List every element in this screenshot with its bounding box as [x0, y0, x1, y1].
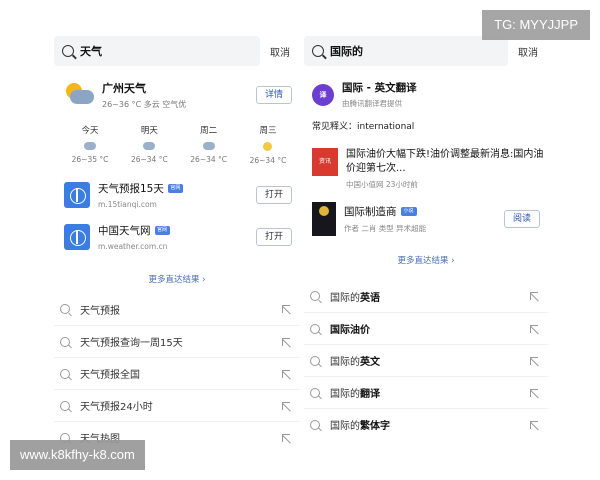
search-query: 国际的 [330, 45, 363, 58]
fill-arrow-icon[interactable] [530, 388, 538, 397]
cloud-icon [84, 142, 96, 150]
suggestion-item[interactable]: 国际的翻译 [304, 376, 548, 408]
suggestion-list: 天气预报 天气预报查询一周15天 天气预报全国 天气预报24小时 天气热图 [54, 293, 300, 453]
sun-icon [263, 142, 273, 151]
search-icon [312, 45, 324, 57]
suggestion-item[interactable]: 国际的英语 [304, 280, 548, 312]
suggestion-list: 国际的英语 国际油价 国际的英文 国际的翻译 国际的繁体字 [304, 280, 548, 440]
fill-arrow-icon[interactable] [282, 369, 290, 378]
globe-icon [64, 182, 90, 208]
search-input[interactable]: 国际的 [304, 36, 508, 66]
more-results-link[interactable]: 更多直达结果 › [54, 273, 300, 285]
open-button[interactable]: 打开 [256, 186, 292, 204]
weather-title: 广州天气 [102, 82, 146, 95]
news-title: 国际油价大幅下跌!油价调整最新消息:国内油价迎第七次... [346, 149, 544, 174]
suggestion-item[interactable]: 国际的英文 [304, 344, 548, 376]
translation-title: 国际 - 英文翻译 [342, 82, 417, 94]
fill-arrow-icon[interactable] [282, 337, 290, 346]
site-url: m.weather.com.cn [98, 242, 168, 251]
suggestion-item[interactable]: 天气预报 [54, 293, 300, 325]
search-icon [60, 304, 70, 314]
search-icon [60, 400, 70, 411]
forecast-day[interactable]: 周二 26~34 °C [185, 124, 233, 165]
official-badge: 官网 [154, 226, 170, 235]
weather-search-panel: 天气 取消 广州天气 26~36 °C 多云 空气优 详情 今天 26~35 °… [54, 34, 300, 446]
read-button[interactable]: 阅读 [504, 210, 540, 228]
weather-card-header[interactable]: 广州天气 26~36 °C 多云 空气优 详情 [54, 80, 300, 110]
search-icon [60, 336, 70, 347]
fill-arrow-icon[interactable] [282, 433, 290, 442]
search-icon [62, 45, 74, 57]
translation-result[interactable]: 译 国际 - 英文翻译 由腾讯翻译君提供 [304, 80, 548, 109]
search-bar: 天气 取消 [54, 34, 300, 68]
fill-arrow-icon[interactable] [530, 356, 538, 365]
search-icon [310, 387, 320, 398]
search-input[interactable]: 天气 [54, 36, 260, 66]
search-icon [310, 323, 320, 334]
site-name: 天气预报15天 [98, 183, 164, 195]
cloud-icon [143, 142, 156, 150]
news-result[interactable]: 资讯 国际油价大幅下跌!油价调整最新消息:国内油价迎第七次... 中国小值网 2… [304, 148, 548, 190]
search-query: 天气 [80, 45, 102, 58]
book-meta: 作者 二肖 类型 异术超能 [344, 224, 427, 233]
cancel-button[interactable]: 取消 [508, 44, 548, 59]
common-definition: 常见释义：international [312, 122, 415, 132]
translation-provider: 由腾讯翻译君提供 [342, 99, 402, 108]
cancel-button[interactable]: 取消 [260, 44, 300, 59]
site-name: 中国天气网 [98, 225, 151, 237]
search-icon [310, 419, 320, 430]
news-thumbnail: 资讯 [312, 148, 338, 176]
forecast-day[interactable]: 明天 26~34 °C [125, 124, 173, 165]
fill-arrow-icon[interactable] [530, 324, 538, 333]
site-result[interactable]: 中国天气网 官网 m.weather.com.cn 打开 [54, 223, 300, 251]
suggestion-item[interactable]: 天气预报查询一周15天 [54, 325, 300, 357]
watermark-bottom: www.k8kfhy-k8.com [10, 440, 145, 470]
partly-cloudy-icon [64, 82, 94, 108]
site-result[interactable]: 天气预报15天 官网 m.15tianqi.com 打开 [54, 181, 300, 209]
forecast-day[interactable]: 今天 26~35 °C [66, 124, 114, 165]
weather-detail-button[interactable]: 详情 [256, 86, 292, 104]
site-url: m.15tianqi.com [98, 200, 157, 209]
news-source: 中国小值网 23小时前 [346, 180, 418, 189]
suggestion-item[interactable]: 国际的繁体字 [304, 408, 548, 440]
search-icon [310, 355, 320, 366]
screenshot-page: 天气 取消 广州天气 26~36 °C 多云 空气优 详情 今天 26~35 °… [0, 0, 600, 480]
cloud-icon [202, 142, 215, 150]
official-badge: 官网 [167, 184, 183, 193]
translate-logo-icon: 译 [312, 83, 334, 106]
open-button[interactable]: 打开 [256, 228, 292, 246]
book-result[interactable]: 国际制造商 小说 作者 二肖 类型 异术超能 阅读 [304, 202, 548, 236]
translate-search-panel: 国际的 取消 译 国际 - 英文翻译 由腾讯翻译君提供 常见释义：interna… [304, 34, 548, 446]
forecast-day[interactable]: 周三 26~34 °C [244, 124, 292, 165]
search-icon [310, 291, 320, 301]
weather-summary: 26~36 °C 多云 空气优 [102, 100, 187, 109]
fill-arrow-icon[interactable] [530, 292, 538, 300]
suggestion-item[interactable]: 天气预报24小时 [54, 389, 300, 421]
fill-arrow-icon[interactable] [282, 401, 290, 410]
novel-badge: 小说 [400, 207, 417, 216]
book-title: 国际制造商 [344, 206, 397, 218]
fill-arrow-icon[interactable] [282, 305, 290, 313]
globe-icon [64, 224, 90, 250]
search-icon [60, 368, 70, 379]
suggestion-item[interactable]: 国际油价 [304, 312, 548, 344]
suggestion-item[interactable]: 天气预报全国 [54, 357, 300, 389]
weather-forecast: 今天 26~35 °C 明天 26~34 °C 周二 26~34 °C 周三 2… [66, 124, 292, 165]
watermark-top: TG: MYYJJPP [482, 10, 590, 40]
fill-arrow-icon[interactable] [530, 420, 538, 429]
book-cover-image [312, 202, 336, 236]
more-results-link[interactable]: 更多直达结果 › [304, 254, 548, 266]
